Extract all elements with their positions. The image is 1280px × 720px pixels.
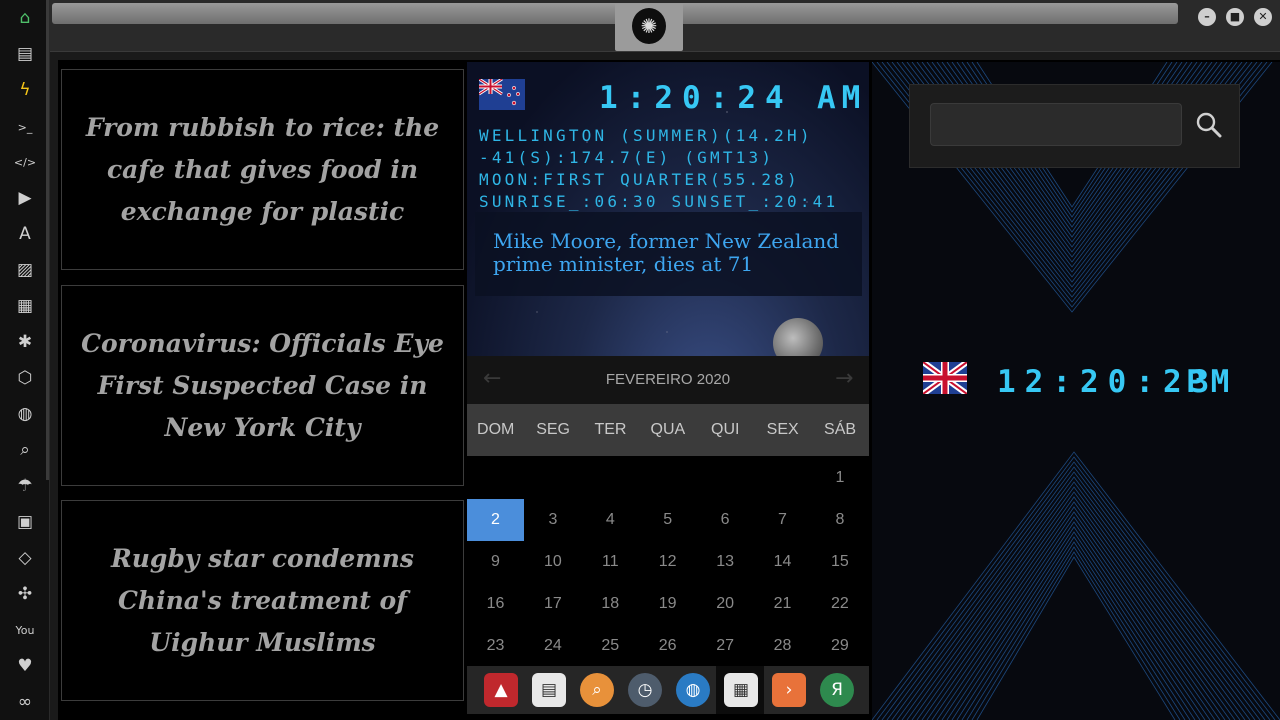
calendar-day[interactable]: 5 [639,499,696,541]
launcher-app[interactable]: ▲ [484,673,518,707]
close-icon[interactable]: ✕ [1254,8,1272,26]
search-box [909,84,1240,168]
calendar-day[interactable]: 11 [582,541,639,583]
image-icon[interactable]: ▨ [13,258,37,282]
united-kingdom-flag-icon [923,362,967,394]
calendar-weekdays: DOM SEG TER QUA QUI SEX SÁB [467,404,869,456]
news-headline: From rubbish to rice: the cafe that give… [85,112,440,226]
search-input[interactable] [930,103,1182,146]
calendar-day[interactable]: 14 [754,541,811,583]
nz-time: 1:20:24 [599,80,793,116]
weekday-label: QUA [650,421,686,438]
youtube-icon[interactable]: You [13,618,37,642]
calendar-app[interactable]: ▦ [724,673,758,707]
calendar-day[interactable]: 2 [467,499,524,541]
umbrella-icon[interactable]: ☂ [13,474,37,498]
calendar-day[interactable]: 24 [524,625,581,667]
hexagon-icon[interactable]: ⬡ [13,366,37,390]
calendar-day[interactable]: 13 [697,541,754,583]
search-icon [1196,112,1222,138]
calendar-day[interactable]: 21 [754,583,811,625]
nz-ampm: AM [817,80,867,116]
rebel-logo-icon: ✺ [632,8,666,44]
expand-icon[interactable]: ✣ [13,582,37,606]
clock-app[interactable]: ◷ [628,673,662,707]
translate-icon[interactable]: A [13,222,37,246]
weekday-label: TER [594,421,627,438]
calendar-title: FEVEREIRO 2020 [605,371,731,388]
weekday-label: SEX [766,421,799,438]
search-app[interactable]: ⌕ [580,673,614,707]
bolt-icon[interactable]: ϟ [13,78,37,102]
nz-headline-box[interactable]: Mike Moore, former New Zealand prime min… [475,212,862,296]
weekday-label: DOM [477,421,515,438]
calendar-day[interactable]: 10 [524,541,581,583]
calendar-day[interactable]: 15 [811,541,868,583]
calendar-day[interactable]: 23 [467,625,524,667]
new-zealand-flag-icon [479,79,525,110]
calendar-day[interactable]: 19 [639,583,696,625]
calendar-day[interactable]: 12 [639,541,696,583]
weekday-label: SÁB [824,421,857,438]
nz-info-line: SUNRISE_:06:30 SUNSET_:20:41 [479,192,839,211]
calendar-day[interactable]: 28 [754,625,811,667]
calendar-day[interactable]: 25 [582,625,639,667]
news-card[interactable]: From rubbish to rice: the cafe that give… [61,69,464,270]
globe-icon[interactable]: ◍ [13,402,37,426]
news-headline: Coronavirus: Officials Eye First Suspect… [81,328,444,442]
search-icon[interactable]: ⌕ [13,438,37,462]
calendar-day[interactable]: 4 [582,499,639,541]
calendar-day[interactable]: 29 [811,625,868,667]
nz-info-line: WELLINGTON (SUMMER)(14.2H) [479,126,813,145]
contacts-icon[interactable]: ▣ [13,510,37,534]
calendar-header: ← FEVEREIRO 2020 → [467,356,869,404]
minimize-icon[interactable]: – [1198,8,1216,26]
calendar-day[interactable]: 22 [811,583,868,625]
app-sidebar: ⌂ ▤ ϟ >_ </> ▶ A ▨ ▦ ✱ ⬡ ◍ ⌕ ☂ ▣ ◇ ✣ You ♥ ∞ [0,0,50,720]
top-bar: ✺ [50,0,1280,52]
nz-headline: Mike Moore, former New Zealand prime min… [493,229,840,276]
weekday-label: SEG [536,421,570,438]
play-icon[interactable]: ▶ [13,186,37,210]
calendar-day[interactable]: 7 [754,499,811,541]
newspaper-icon[interactable]: ▦ [13,294,37,318]
search-button[interactable] [1190,105,1228,145]
calendar-day[interactable]: 8 [811,499,868,541]
app-dock: ▲ ▤ ⌕ ◷ ◍ ▦ › Я [467,666,869,714]
calendar-day[interactable]: 6 [697,499,754,541]
calendar-day[interactable]: 3 [524,499,581,541]
yandex-app[interactable]: Я [820,673,854,707]
globe-app[interactable]: ◍ [676,673,710,707]
calendar-day[interactable]: 20 [697,583,754,625]
calendar: ← FEVEREIRO 2020 → DOM SEG TER QUA QUI S… [467,356,869,666]
nz-clock-panel: 1:20:24 AM WELLINGTON (SUMMER)(14.2H) -4… [467,62,869,356]
aperture-icon[interactable]: ✱ [13,330,37,354]
maximize-icon[interactable]: ■ [1226,8,1244,26]
calendar-day[interactable]: 18 [582,583,639,625]
news-headline: Rugby star condemns China's treatment of… [110,543,414,657]
play-app[interactable]: › [772,673,806,707]
newspaper-app[interactable]: ▤ [532,673,566,707]
calendar-day[interactable]: 9 [467,541,524,583]
code-icon[interactable]: </> [13,150,37,174]
weekday-label: QUI [711,421,740,438]
nz-info-line: -41(S):174.7(E) (GMT13) [479,148,775,167]
heart-icon[interactable]: ♥ [13,654,37,678]
news-card[interactable]: Rugby star condemns China's treatment of… [61,500,464,701]
calendar-day[interactable]: 26 [639,625,696,667]
home-icon[interactable]: ⌂ [13,6,37,30]
infinity-icon[interactable]: ∞ [13,690,37,714]
calendar-day[interactable]: 1 [811,457,868,499]
calendar-day[interactable]: 17 [524,583,581,625]
tag-icon[interactable]: ◇ [13,546,37,570]
document-icon[interactable]: ▤ [13,42,37,66]
nz-info-line: MOON:FIRST QUARTER(55.28) [479,170,800,189]
calendar-day[interactable]: 27 [697,625,754,667]
news-card[interactable]: Coronavirus: Officials Eye First Suspect… [61,285,464,486]
uk-ampm: PM [1186,364,1236,400]
next-month-button[interactable]: → [835,366,853,391]
terminal-icon[interactable]: >_ [13,115,37,139]
sidebar-scrollbar[interactable] [46,0,49,480]
calendar-day[interactable]: 16 [467,583,524,625]
